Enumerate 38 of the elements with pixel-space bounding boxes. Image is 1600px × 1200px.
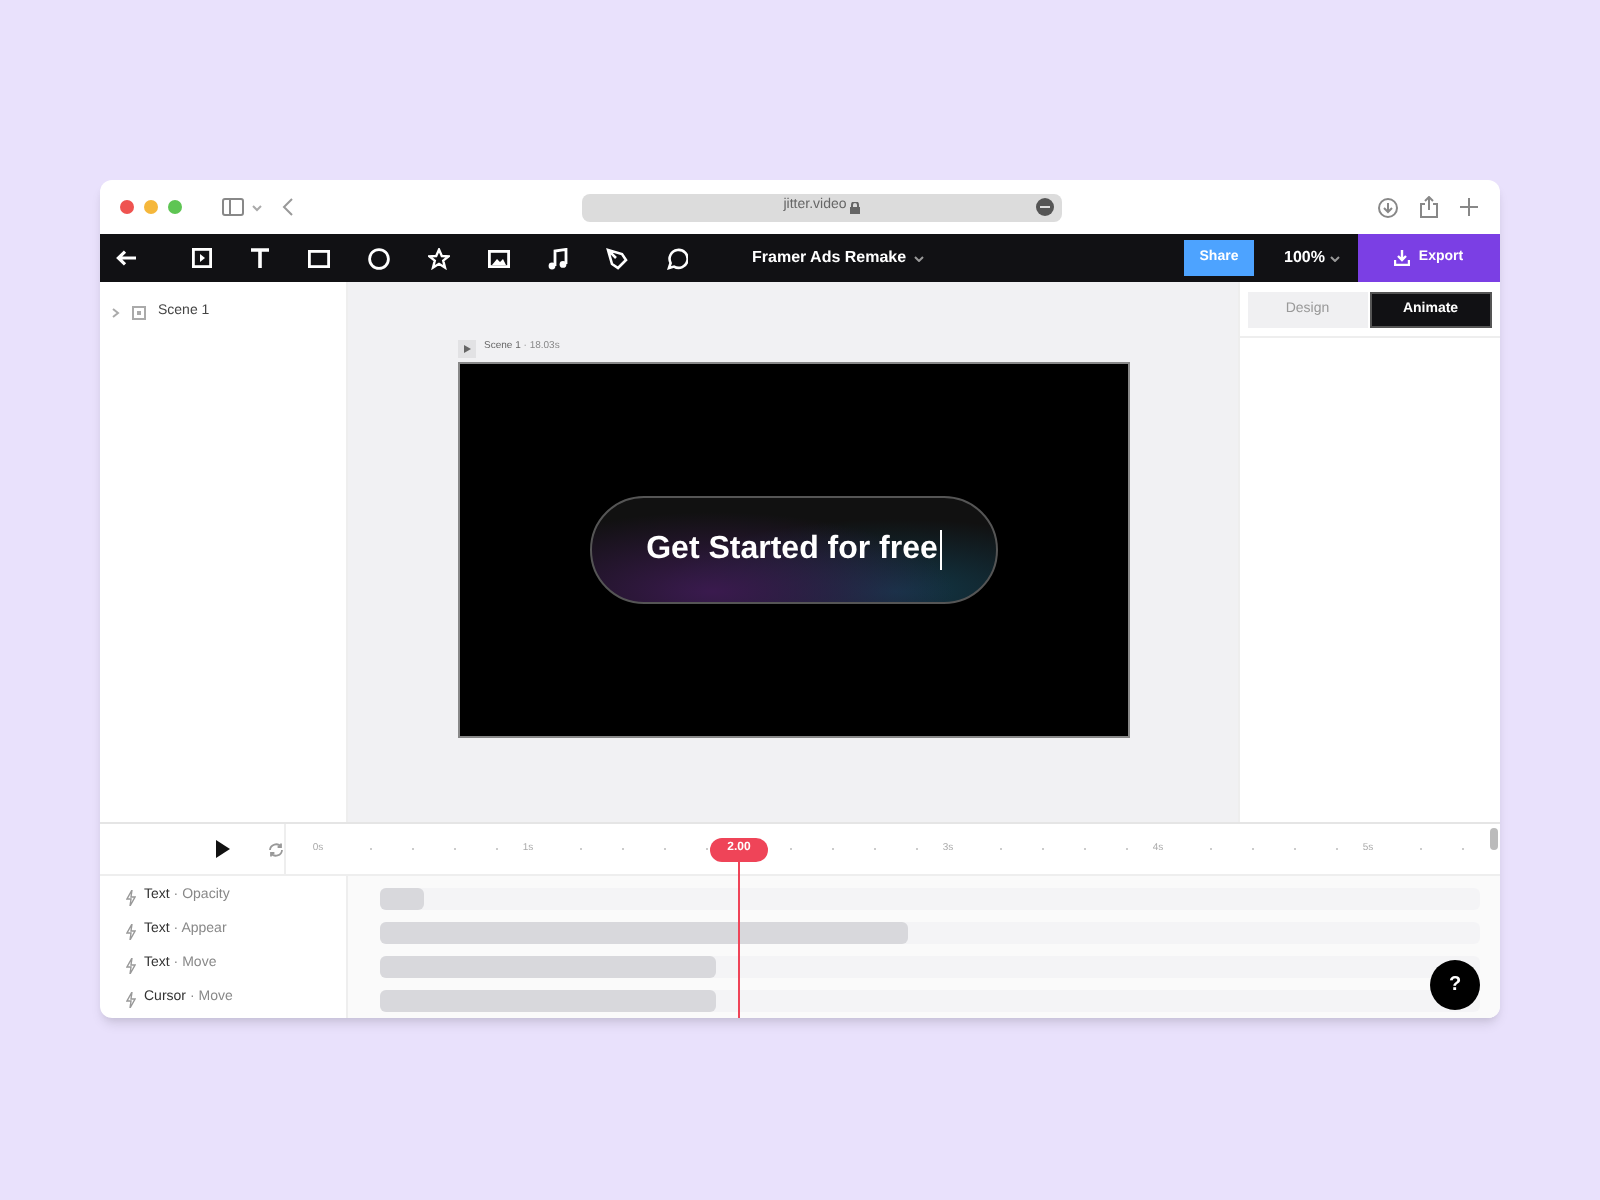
lightning-icon [126,991,136,1007]
lightning-icon [126,923,136,939]
download-icon[interactable] [1378,197,1398,217]
lock-icon [850,201,861,213]
back-arrow-icon[interactable] [116,250,136,266]
lightning-icon [126,889,136,905]
chevron-down-icon[interactable] [252,203,262,211]
zoom-dropdown[interactable]: 100% [1284,240,1341,276]
back-icon[interactable] [282,198,294,216]
play-icon[interactable] [216,840,230,858]
caret-icon [914,255,925,261]
plus-icon[interactable] [1460,198,1478,216]
loop-icon[interactable] [268,841,284,857]
text-tool-icon[interactable] [250,248,270,268]
star-tool-icon[interactable] [428,247,450,269]
minus-icon[interactable] [1036,198,1054,216]
sidebar-icon[interactable] [222,198,244,216]
scrollbar-thumb[interactable] [1490,828,1498,850]
caret-icon [1330,255,1341,261]
play-scene-icon[interactable] [458,339,476,357]
comment-icon[interactable] [666,247,688,269]
music-note-icon[interactable] [548,247,568,269]
headline-text: Get Started for free [646,530,938,570]
chevron-icon[interactable] [112,307,120,317]
maximize-window-button[interactable] [168,200,182,214]
project-title-dropdown[interactable]: Framer Ads Remake [752,246,925,270]
download-icon [1394,250,1411,266]
ellipse-tool-icon[interactable] [368,247,390,269]
share-icon[interactable] [1420,196,1438,218]
rectangle-tool-icon[interactable] [308,249,330,267]
scene-icon[interactable] [192,248,212,268]
text-cursor [939,530,942,570]
image-tool-icon[interactable] [488,249,510,267]
lightning-icon [126,957,136,973]
scene-icon [132,305,146,319]
pen-tool-icon[interactable] [606,247,628,269]
close-window-button[interactable] [120,200,134,214]
minimize-window-button[interactable] [144,200,158,214]
